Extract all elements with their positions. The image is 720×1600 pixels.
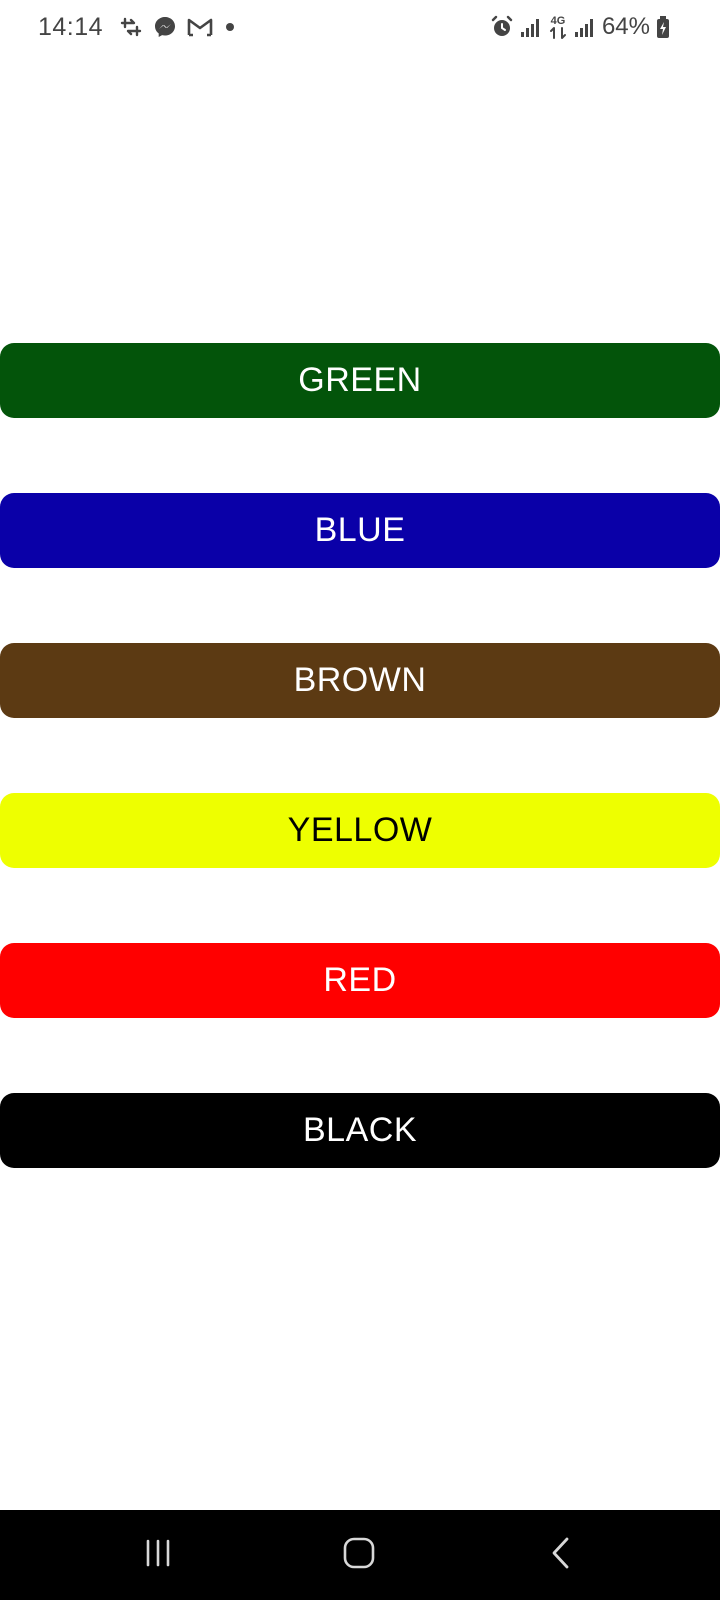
recents-button[interactable] — [128, 1532, 188, 1578]
dot-icon — [223, 20, 237, 34]
status-left: 14:14 — [38, 10, 237, 44]
navigation-bar — [0, 1510, 720, 1600]
alarm-icon — [490, 15, 514, 39]
status-bar: 14:14 4G 64% — [0, 0, 720, 54]
yellow-button[interactable]: YELLOW — [0, 793, 720, 868]
back-icon — [546, 1536, 576, 1575]
status-time: 14:14 — [38, 12, 104, 41]
home-button[interactable] — [329, 1532, 389, 1578]
network-4g-icon: 4G — [548, 14, 568, 40]
home-icon — [342, 1536, 376, 1575]
blue-button[interactable]: BLUE — [0, 493, 720, 568]
status-right: 4G 64% — [490, 10, 670, 44]
battery-percentage: 64% — [601, 13, 650, 40]
red-button[interactable]: RED — [0, 943, 720, 1018]
back-button[interactable] — [531, 1532, 591, 1578]
brown-button[interactable]: BROWN — [0, 643, 720, 718]
signal-icon — [574, 16, 596, 38]
green-button[interactable]: GREEN — [0, 343, 720, 418]
black-button[interactable]: BLACK — [0, 1093, 720, 1168]
gmail-icon — [187, 16, 213, 38]
battery-icon — [656, 15, 670, 39]
transfer-icon — [119, 15, 143, 39]
recents-icon — [141, 1538, 175, 1573]
svg-text:4G: 4G — [551, 15, 566, 27]
signal-icon — [520, 16, 542, 38]
messenger-icon — [153, 15, 177, 39]
